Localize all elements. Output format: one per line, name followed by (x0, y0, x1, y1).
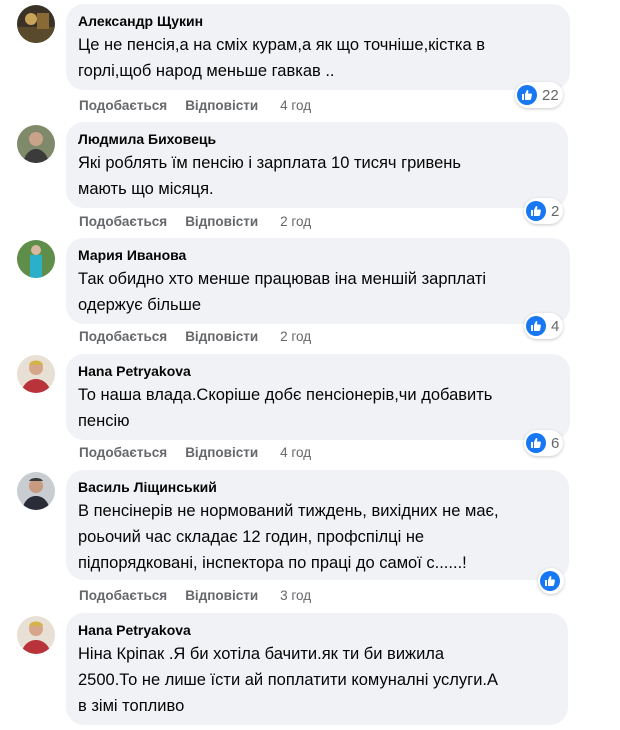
comment-line: Які роблять їм пенсію і зарплата 10 тися… (78, 154, 461, 172)
comment-author[interactable]: Людмила Биховець (78, 130, 556, 148)
reaction-count: 6 (551, 434, 560, 452)
timestamp[interactable]: 2 год (280, 329, 311, 344)
comment-author[interactable]: Мария Иванова (78, 246, 558, 264)
avatar[interactable] (17, 5, 55, 43)
comment-line: 2500.То не лише їсти ай поплатити комуна… (78, 671, 499, 689)
comment-line: Це не пенсія,а на сміх курам,а як що точ… (78, 36, 485, 54)
comment-actions: Подобається Відповісти 2 год (79, 212, 311, 230)
avatar[interactable] (17, 616, 55, 654)
avatar[interactable] (17, 240, 55, 278)
comments-list: Александр Щукин Це не пенсія,а на сміх к… (0, 0, 620, 730)
reaction-count: 4 (551, 317, 560, 335)
comment-line: горлі,щоб народ меньше гавкав .. (78, 62, 335, 80)
timestamp[interactable]: 2 год (280, 214, 311, 229)
avatar[interactable] (17, 125, 55, 163)
timestamp[interactable]: 4 год (280, 445, 311, 460)
reply-button[interactable]: Відповісти (185, 445, 258, 460)
comment-line: пенсію (78, 412, 130, 430)
reactions-badge[interactable]: 6 (524, 430, 564, 456)
comment-author[interactable]: Василь Ліщинський (78, 478, 557, 496)
comment-actions: Подобається Відповісти 4 год (79, 443, 311, 461)
comment-line: в зімі топливо (78, 697, 185, 715)
reply-button[interactable]: Відповісти (185, 588, 258, 603)
timestamp[interactable]: 3 год (280, 588, 311, 603)
comment-line: підпорядковані, інспектора по праці до с… (78, 554, 467, 572)
comment-line: Ніна Кріпак .Я би хотіла бачити.як ти би… (78, 645, 445, 663)
reply-button[interactable]: Відповісти (185, 214, 258, 229)
like-button[interactable]: Подобається (79, 445, 167, 460)
comment-text: Це не пенсія,а на сміх курам,а як що точ… (78, 32, 558, 84)
like-button[interactable]: Подобається (79, 329, 167, 344)
comment-author[interactable]: Hana Petryakova (78, 621, 556, 639)
comment-actions: Подобається Відповісти 4 год (79, 96, 311, 114)
reactions-badge[interactable] (538, 568, 564, 594)
reactions-badge[interactable]: 22 (515, 82, 563, 108)
comment-author[interactable]: Hana Petryakova (78, 362, 558, 380)
comment-bubble: Hana Petryakova Ніна Кріпак .Я би хотіла… (66, 613, 568, 725)
reply-button[interactable]: Відповісти (185, 98, 258, 113)
comment-actions: Подобається Відповісти 2 год (79, 327, 311, 345)
comment-line: роьочий час складає 12 годин, профспілці… (78, 528, 425, 546)
like-button[interactable]: Подобається (79, 98, 167, 113)
reaction-count: 22 (542, 86, 559, 104)
reactions-badge[interactable]: 2 (524, 198, 564, 224)
like-button[interactable]: Подобається (79, 588, 167, 603)
reply-button[interactable]: Відповісти (185, 329, 258, 344)
comment-bubble: Александр Щукин Це не пенсія,а на сміх к… (66, 4, 570, 90)
comment-text: То наша влада.Скоріше добє пенсіонерів,ч… (78, 382, 558, 434)
thumbs-up-icon (526, 201, 546, 221)
comment-line: В пенсінерів не нормований тиждень, вихі… (78, 502, 499, 520)
reaction-count: 2 (551, 202, 560, 220)
thumbs-up-icon (526, 316, 546, 336)
comment-text: В пенсінерів не нормований тиждень, вихі… (78, 498, 557, 576)
comment-bubble: Василь Ліщинський В пенсінерів не нормов… (66, 470, 569, 580)
comment-actions: Подобається Відповісти 3 год (79, 586, 311, 604)
comment-text: Ніна Кріпак .Я би хотіла бачити.як ти би… (78, 641, 556, 719)
comment-bubble: Людмила Биховець Які роблять їм пенсію і… (66, 122, 568, 208)
thumbs-up-icon (526, 433, 546, 453)
comment-author[interactable]: Александр Щукин (78, 12, 558, 30)
comment-bubble: Hana Petryakova То наша влада.Скоріше до… (66, 354, 570, 440)
comment-line: одержує більше (78, 296, 202, 314)
avatar[interactable] (17, 355, 55, 393)
timestamp[interactable]: 4 год (280, 98, 311, 113)
avatar[interactable] (17, 472, 55, 510)
reactions-badge[interactable]: 4 (524, 313, 564, 339)
comment-text: Так обидно хто менше працював іна меншій… (78, 266, 558, 318)
thumbs-up-icon (517, 85, 537, 105)
like-button[interactable]: Подобається (79, 214, 167, 229)
thumbs-up-icon (540, 571, 560, 591)
comment-line: мають що місяця. (78, 180, 214, 198)
comment-text: Які роблять їм пенсію і зарплата 10 тися… (78, 150, 556, 202)
comment-line: Так обидно хто менше працював іна меншій… (78, 270, 487, 288)
comment-line: То наша влада.Скоріше добє пенсіонерів,ч… (78, 386, 493, 404)
comment-bubble: Мария Иванова Так обидно хто менше працю… (66, 238, 570, 324)
